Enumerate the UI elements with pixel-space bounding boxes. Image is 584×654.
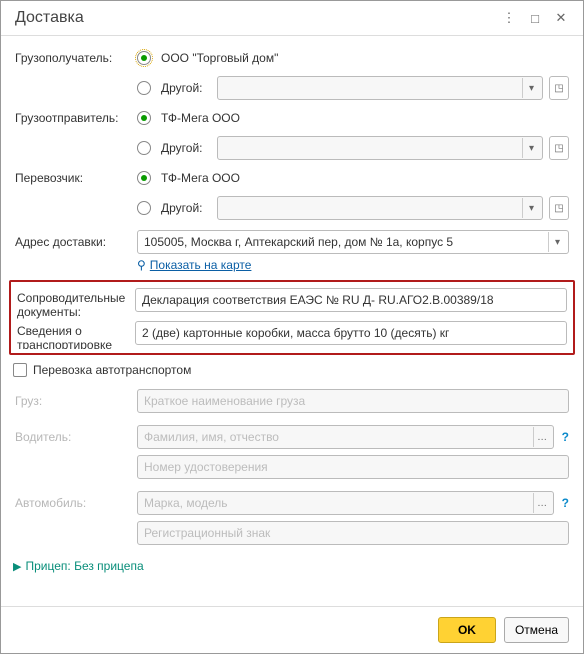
- dropdown-icon[interactable]: ▾: [522, 78, 540, 98]
- ellipsis-icon[interactable]: …: [533, 427, 551, 447]
- address-input[interactable]: 105005, Москва г, Аптекарский пер, дом №…: [137, 230, 569, 254]
- trailer-value: Без прицепа: [74, 559, 144, 573]
- ellipsis-icon[interactable]: …: [533, 493, 551, 513]
- truck-checkbox[interactable]: [13, 363, 27, 377]
- dropdown-icon[interactable]: ▾: [548, 232, 566, 252]
- show-on-map-link[interactable]: Показать на карте: [150, 258, 252, 272]
- consignor-label: Грузоотправитель:: [15, 111, 137, 125]
- titlebar: Доставка ⋮ □ ✕: [1, 1, 583, 31]
- consignee-main-value: ООО "Торговый дом": [161, 51, 278, 65]
- driver-label: Водитель:: [15, 430, 137, 444]
- vehicle-model-input[interactable]: Марка, модель …: [137, 491, 554, 515]
- consignor-radio-other[interactable]: [137, 141, 151, 155]
- driver-id-input[interactable]: Номер удостоверения: [137, 455, 569, 479]
- truck-checkbox-label: Перевозка автотранспортом: [33, 363, 191, 377]
- address-label: Адрес доставки:: [15, 235, 137, 249]
- carrier-radio-main[interactable]: [137, 171, 151, 185]
- consignee-radio-other[interactable]: [137, 81, 151, 95]
- consignor-main-value: ТФ-Мега ООО: [161, 111, 240, 125]
- help-icon[interactable]: ?: [562, 496, 569, 510]
- ok-button[interactable]: OK: [438, 617, 496, 643]
- open-icon[interactable]: ◳: [549, 196, 569, 220]
- open-icon[interactable]: ◳: [549, 136, 569, 160]
- carrier-main-value: ТФ-Мега ООО: [161, 171, 240, 185]
- docs-label: Сопроводительные документы:: [17, 288, 135, 319]
- close-icon[interactable]: ✕: [551, 10, 571, 26]
- vehicle-reg-input[interactable]: Регистрационный знак: [137, 521, 569, 545]
- transport-info-label: Сведения о транспортировке (для УПД):: [17, 321, 135, 349]
- consignee-radio-main[interactable]: [137, 51, 151, 65]
- carrier-other-input[interactable]: ▾: [217, 196, 544, 220]
- help-icon[interactable]: ?: [562, 430, 569, 444]
- consignee-other-input[interactable]: ▾: [217, 76, 544, 100]
- footer: OK Отмена: [1, 606, 583, 653]
- maximize-icon[interactable]: □: [525, 11, 545, 26]
- consignor-radio-main[interactable]: [137, 111, 151, 125]
- menu-icon[interactable]: ⋮: [499, 10, 519, 26]
- driver-name-input[interactable]: Фамилия, имя, отчество …: [137, 425, 554, 449]
- trailer-label: Прицеп:: [25, 559, 70, 573]
- dropdown-icon[interactable]: ▾: [522, 138, 540, 158]
- carrier-other-label: Другой:: [161, 201, 203, 215]
- consignee-label: Грузополучатель:: [15, 51, 137, 65]
- consignee-other-label: Другой:: [161, 81, 203, 95]
- highlighted-section: Сопроводительные документы: Декларация с…: [9, 280, 575, 355]
- carrier-label: Перевозчик:: [15, 171, 137, 185]
- transport-info-input[interactable]: 2 (две) картонные коробки, масса брутто …: [135, 321, 567, 345]
- trailer-toggle[interactable]: ▶ Прицеп: Без прицепа: [13, 559, 569, 573]
- cargo-input[interactable]: Краткое наименование груза: [137, 389, 569, 413]
- window-title: Доставка: [15, 9, 493, 27]
- map-pin-icon: ⚲: [137, 258, 146, 272]
- consignor-other-input[interactable]: ▾: [217, 136, 544, 160]
- consignor-other-label: Другой:: [161, 141, 203, 155]
- chevron-right-icon: ▶: [13, 560, 21, 573]
- cargo-label: Груз:: [15, 394, 137, 408]
- vehicle-label: Автомобиль:: [15, 496, 137, 510]
- cancel-button[interactable]: Отмена: [504, 617, 569, 643]
- divider: [1, 35, 583, 36]
- carrier-radio-other[interactable]: [137, 201, 151, 215]
- content: Грузополучатель: ООО "Торговый дом" Друг…: [1, 44, 583, 606]
- docs-input[interactable]: Декларация соответствия ЕАЭС № RU Д- RU.…: [135, 288, 567, 312]
- delivery-window: Доставка ⋮ □ ✕ Грузополучатель: ООО "Тор…: [0, 0, 584, 654]
- dropdown-icon[interactable]: ▾: [522, 198, 540, 218]
- open-icon[interactable]: ◳: [549, 76, 569, 100]
